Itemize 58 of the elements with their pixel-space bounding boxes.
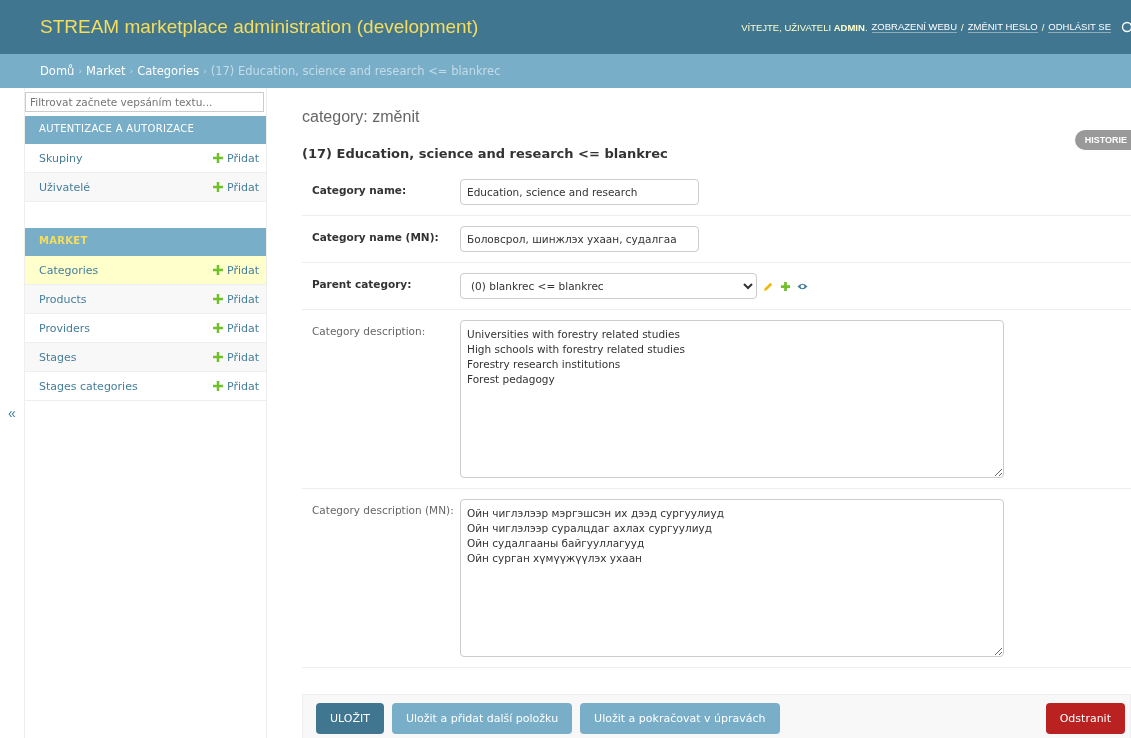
plus-icon[interactable] [212, 323, 223, 333]
object-title: (17) Education, science and research <= blankrec [302, 146, 669, 161]
welcome-text: VÍTEJTE, UŽIVATELI ADMIN. [741, 21, 868, 33]
model-link[interactable]: Uživatelé [39, 180, 91, 194]
breadcrumb-current: (17) Education, science and research <= blankrec [210, 64, 501, 78]
field-label: Category name (MN): [312, 230, 440, 245]
add-link[interactable]: Přidat [212, 180, 259, 194]
breadcrumb-link[interactable]: Market [86, 64, 126, 78]
theme-toggle-icon[interactable] [1121, 21, 1131, 33]
breadcrumb-link[interactable]: Categories [137, 64, 200, 78]
text-field[interactable]: Education, science and research [460, 179, 699, 205]
separator-text: / [1041, 21, 1045, 33]
history-button[interactable]: HISTORIE [1074, 130, 1131, 150]
field-label: Category description: [312, 324, 427, 339]
save-button[interactable]: ULOŽIT [316, 702, 384, 734]
add-link[interactable]: Přidat [212, 263, 259, 277]
model-link[interactable]: Stages [39, 350, 77, 364]
add-link[interactable]: Přidat [212, 321, 259, 335]
plus-icon[interactable] [212, 294, 223, 304]
plus-icon[interactable] [212, 265, 223, 275]
breadcrumb-link[interactable]: Domů [40, 64, 75, 78]
plus-icon[interactable] [212, 381, 223, 391]
plus-icon[interactable] [212, 153, 223, 163]
site-title[interactable]: STREAM marketplace administration (development) [40, 16, 479, 38]
model-link[interactable]: Stages categories [39, 379, 138, 393]
breadcrumb-separator: › [129, 66, 134, 76]
header-link[interactable]: ZMĚNIT HESLO [967, 21, 1038, 33]
field-label: Category description (MN): [312, 503, 455, 518]
text-area[interactable]: Universities with forestry related studies High schools with forestry related studies Forestry research institutions Forest pedagogy [460, 320, 1004, 478]
add-link[interactable]: Přidat [212, 292, 259, 306]
add-link[interactable]: Přidat [212, 151, 259, 165]
sidebar-toggle[interactable]: « [8, 405, 16, 421]
separator-text: / [961, 21, 964, 33]
delete-button[interactable]: Odstranit [1045, 702, 1125, 734]
pencil-icon[interactable] [763, 280, 774, 292]
module-header[interactable]: AUTENTIZACE A AUTORIZACE [25, 116, 266, 144]
breadcrumb-separator: › [203, 66, 207, 76]
breadcrumb-separator: › [78, 66, 82, 76]
save-button[interactable]: Uložit a pokračovat v úpravách [580, 702, 780, 734]
text-field[interactable]: Боловсрол, шинжлэх ухаан, судалгаа [460, 226, 699, 252]
filter-field[interactable]: Filtrovat začnete vepsáním textu... [25, 92, 264, 112]
add-link[interactable]: Přidat [212, 379, 259, 393]
model-link[interactable]: Categories [39, 263, 99, 277]
save-button[interactable]: Uložit a přidat další položku [391, 702, 573, 734]
add-link[interactable]: Přidat [212, 350, 259, 364]
plus-icon[interactable] [212, 352, 223, 362]
field-label: Category name: [312, 183, 408, 198]
model-link[interactable]: Products [39, 292, 87, 306]
header-link[interactable]: ZOBRAZENÍ WEBU [871, 21, 958, 33]
plus-icon[interactable] [212, 182, 223, 192]
field-label: Parent category: [312, 277, 413, 292]
header-link[interactable]: ODHLÁSIT SE [1048, 21, 1111, 33]
plus-icon[interactable] [780, 280, 791, 292]
parent-category-select[interactable]: (0) blankrec <= blankrec [460, 273, 757, 299]
model-link[interactable]: Skupiny [39, 151, 83, 165]
text-area[interactable]: Ойн чиглэлээр мэргэшсэн их дээд сургуулиуд Ойн чиглэлээр суралцдаг ахлах сургуулиуд Ойн судалгааны байгууллагууд Ойн сурган хүмүүжүүлэх ухаан [460, 499, 1004, 657]
page-title: category: změnit [302, 108, 421, 126]
model-link[interactable]: Providers [39, 321, 91, 335]
